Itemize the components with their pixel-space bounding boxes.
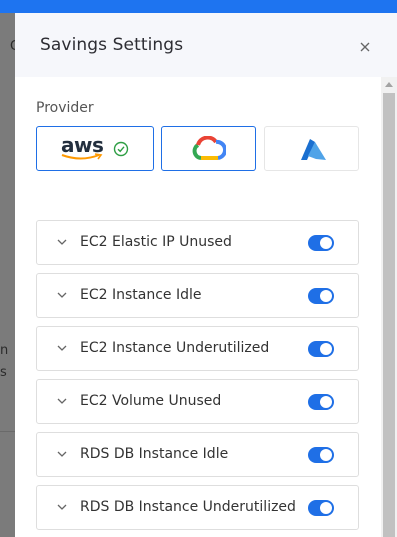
check-circle-icon (113, 141, 129, 157)
rule-label: RDS DB Instance Idle (80, 446, 229, 462)
drawer-scrollbar[interactable] (381, 77, 397, 537)
rule-item-rds-db-instance-underutilized[interactable]: RDS DB Instance Underutilized (36, 485, 359, 530)
rule-label: EC2 Elastic IP Unused (80, 234, 232, 250)
rule-item-ec2-elastic-ip-unused[interactable]: EC2 Elastic IP Unused (36, 220, 359, 265)
drawer-header: Savings Settings (15, 13, 397, 77)
toggle-knob (320, 237, 332, 249)
rule-toggle[interactable] (308, 341, 334, 357)
azure-icon (301, 139, 326, 160)
top-bar (0, 0, 397, 13)
chevron-down-icon (57, 451, 67, 457)
rule-toggle[interactable] (308, 447, 334, 463)
rule-label: EC2 Volume Unused (80, 393, 222, 409)
chevron-down-icon (57, 239, 67, 245)
backdrop-divider (0, 431, 15, 432)
rule-label: EC2 Instance Underutilized (80, 340, 270, 356)
drawer-title: Savings Settings (40, 35, 184, 55)
rule-item-ec2-volume-unused[interactable]: EC2 Volume Unused (36, 379, 359, 424)
rule-toggle[interactable] (308, 394, 334, 410)
provider-azure-button[interactable] (264, 126, 359, 171)
scroll-up-arrow-icon[interactable] (385, 82, 393, 87)
toggle-knob (320, 290, 332, 302)
provider-gcp-button[interactable] (161, 126, 256, 171)
chevron-down-icon (57, 292, 67, 298)
page-backdrop: C n s (0, 13, 19, 537)
chevron-down-icon (57, 345, 67, 351)
provider-aws-button[interactable]: aws (36, 126, 154, 171)
backdrop-text: n (0, 343, 9, 358)
toggle-knob (320, 343, 332, 355)
google-cloud-icon (192, 136, 226, 160)
chevron-down-icon (57, 504, 67, 510)
aws-smile-icon (61, 153, 103, 160)
backdrop-text: s (0, 365, 7, 380)
scroll-thumb[interactable] (383, 93, 395, 537)
rule-label: EC2 Instance Idle (80, 287, 202, 303)
rule-toggle[interactable] (308, 288, 334, 304)
close-button[interactable] (355, 37, 375, 57)
rule-label: RDS DB Instance Underutilized (80, 499, 296, 515)
close-icon (360, 42, 370, 52)
rule-item-rds-db-instance-idle[interactable]: RDS DB Instance Idle (36, 432, 359, 477)
toggle-knob (320, 449, 332, 461)
rule-toggle[interactable] (308, 235, 334, 251)
provider-label: Provider (36, 100, 94, 116)
toggle-knob (320, 396, 332, 408)
rule-item-ec2-instance-underutilized[interactable]: EC2 Instance Underutilized (36, 326, 359, 371)
chevron-down-icon (57, 398, 67, 404)
rule-toggle[interactable] (308, 500, 334, 516)
toggle-knob (320, 502, 332, 514)
savings-settings-drawer: Savings Settings Provider aws EC2 Elasti… (15, 13, 397, 537)
rule-item-ec2-instance-idle[interactable]: EC2 Instance Idle (36, 273, 359, 318)
drawer-body: Provider aws EC2 Elastic IP Unused EC2 I… (15, 77, 381, 537)
